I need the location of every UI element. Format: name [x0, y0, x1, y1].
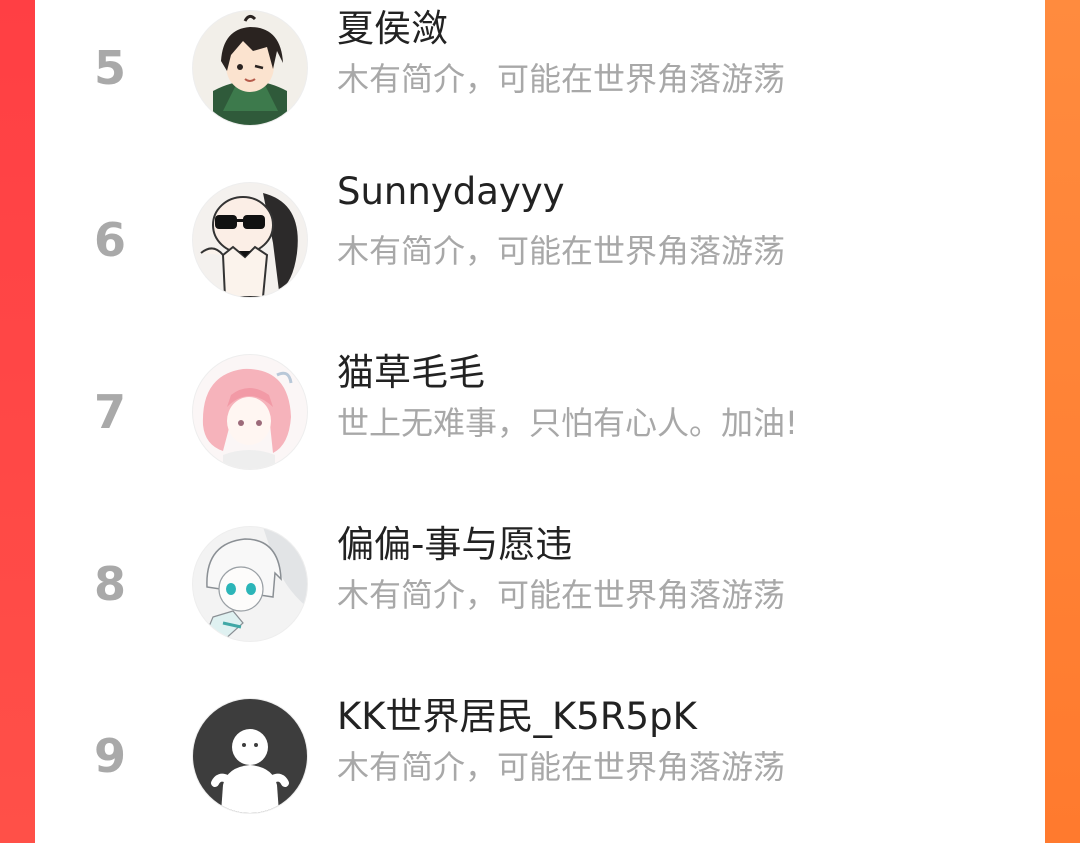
user-name[interactable]: 偏偏-事与愿违	[337, 514, 572, 568]
avatar-pink-hair-icon[interactable]	[193, 355, 307, 469]
list-item[interactable]: 8 偏偏-事与愿违 木有简介，可能在世界角落游荡	[35, 498, 1045, 670]
rank-number: 6	[93, 213, 126, 267]
avatar-default-icon[interactable]	[193, 699, 307, 813]
avatar-sunglasses-icon[interactable]	[193, 183, 307, 297]
user-name[interactable]: Sunnydayyy	[337, 170, 565, 213]
avatar-anime-boy-icon[interactable]	[193, 11, 307, 125]
list-item[interactable]: 7 猫草毛毛 世上无难事，只怕有心人。加油!	[35, 326, 1045, 498]
avatar-anime-girl-icon[interactable]	[193, 527, 307, 641]
user-bio: 木有简介，可能在世界角落游荡	[337, 576, 786, 614]
list-item[interactable]: 9 KK世界居民_K5R5pK 木有简介，可能在世界角落游荡	[35, 670, 1045, 842]
left-edge-background	[0, 0, 35, 843]
rank-number: 9	[93, 729, 126, 783]
list-item[interactable]: 6 Sunnydayyy 木有简介，可能在世界角落游荡	[35, 154, 1045, 326]
user-bio: 木有简介，可能在世界角落游荡	[337, 232, 786, 270]
user-name[interactable]: 夏侯潋	[337, 0, 448, 52]
rank-number: 8	[93, 557, 126, 611]
user-name[interactable]: 猫草毛毛	[337, 342, 485, 396]
user-bio: 木有简介，可能在世界角落游荡	[337, 748, 786, 786]
ranking-list-panel: 5 夏侯潋 木有简介，可能在世界角落游荡 6 Sunnydayyy 木有简介，可…	[35, 0, 1045, 843]
user-bio: 世上无难事，只怕有心人。加油!	[337, 404, 798, 442]
user-bio: 木有简介，可能在世界角落游荡	[337, 60, 786, 98]
right-edge-background	[1045, 0, 1080, 843]
rank-number: 5	[93, 41, 126, 95]
list-item[interactable]: 5 夏侯潋 木有简介，可能在世界角落游荡	[35, 0, 1045, 154]
rank-number: 7	[93, 385, 126, 439]
user-name[interactable]: KK世界居民_K5R5pK	[337, 686, 697, 740]
